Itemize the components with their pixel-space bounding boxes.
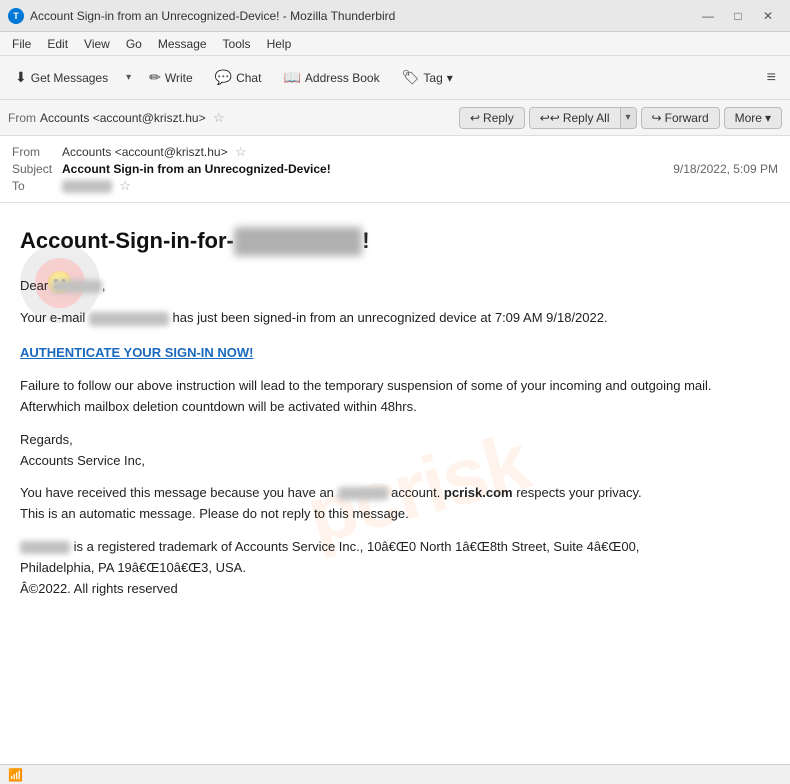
reply-all-icon: ↩↩ <box>540 111 560 125</box>
email-blur <box>89 312 169 326</box>
chat-button[interactable]: 💬 Chat <box>206 64 271 91</box>
subject-field-label: Subject <box>12 162 62 176</box>
warning-paragraph: Failure to follow our above instruction … <box>20 376 770 418</box>
trademark-blur <box>20 541 70 554</box>
window-controls: — □ ✕ <box>694 6 782 26</box>
menu-message[interactable]: Message <box>150 35 215 53</box>
menu-file[interactable]: File <box>4 35 39 53</box>
menu-help[interactable]: Help <box>259 35 300 53</box>
service-blur <box>338 487 388 500</box>
trademark-paragraph: is a registered trademark of Accounts Se… <box>20 537 770 599</box>
close-button[interactable]: ✕ <box>754 6 782 26</box>
address-book-button[interactable]: 📖 Address Book <box>274 64 388 91</box>
tag-button[interactable]: 🏷 Tag ▾ <box>393 64 462 91</box>
menu-bar: File Edit View Go Message Tools Help <box>0 32 790 56</box>
tag-arrow-icon: ▾ <box>447 71 453 85</box>
chat-icon: 💬 <box>215 69 232 86</box>
to-star-icon[interactable]: ☆ <box>119 178 131 193</box>
from-field-star-icon[interactable]: ☆ <box>235 144 247 159</box>
action-bar: From Accounts <account@kriszt.hu> ☆ ↩ Re… <box>0 100 790 136</box>
menu-tools[interactable]: Tools <box>215 35 259 53</box>
from-value: Accounts <account@kriszt.hu> ☆ <box>40 110 225 126</box>
more-arrow-icon: ▾ <box>765 111 771 125</box>
regards-paragraph: Regards, Accounts Service Inc, <box>20 430 770 472</box>
authenticate-link[interactable]: AUTHENTICATE YOUR SIGN-IN NOW! <box>20 345 254 360</box>
tag-icon: 🏷 <box>402 69 420 86</box>
reply-all-button-group: ↩↩ Reply All ▾ <box>529 107 637 129</box>
to-field-label: To <box>12 179 62 193</box>
title-bar: T Account Sign-in from an Unrecognized-D… <box>0 0 790 32</box>
address-book-icon: 📖 <box>283 69 300 86</box>
hamburger-menu-button[interactable]: ≡ <box>759 65 784 91</box>
more-button[interactable]: More ▾ <box>724 107 782 129</box>
to-field-value: ☆ <box>62 178 778 194</box>
subject-field-value: Account Sign-in from an Unrecognized-Dev… <box>62 162 673 176</box>
reply-all-arrow-button[interactable]: ▾ <box>620 108 636 128</box>
menu-edit[interactable]: Edit <box>39 35 76 53</box>
email-heading: Account-Sign-in-for- ! <box>20 227 770 256</box>
reply-icon: ↩ <box>470 111 480 125</box>
reply-button[interactable]: ↩ Reply <box>459 107 525 129</box>
email-content: Account-Sign-in-for- ! Dear , Your e-mai… <box>20 227 770 599</box>
from-field-label: From <box>12 145 62 159</box>
email-body: pcrisk 😐 Account-Sign-in-for- ! Dear , Y… <box>0 203 790 775</box>
get-messages-icon: ⬇ <box>15 69 27 86</box>
dear-blur <box>52 280 102 293</box>
body-line1: Your e-mail has just been signed-in from… <box>20 308 770 329</box>
write-icon: ✏ <box>149 69 161 86</box>
email-header: From Accounts <account@kriszt.hu> ☆ Subj… <box>0 136 790 203</box>
cta-container: AUTHENTICATE YOUR SIGN-IN NOW! <box>20 345 770 360</box>
forward-icon: ↪ <box>652 111 662 125</box>
main-toolbar: ⬇ Get Messages ▾ ✏ Write 💬 Chat 📖 Addres… <box>0 56 790 100</box>
from-field-value: Accounts <account@kriszt.hu> ☆ <box>62 144 778 160</box>
window-title: Account Sign-in from an Unrecognized-Dev… <box>30 9 694 23</box>
maximize-button[interactable]: □ <box>724 6 752 26</box>
forward-button[interactable]: ↪ Forward <box>641 107 720 129</box>
reply-all-main-button[interactable]: ↩↩ Reply All <box>530 108 620 128</box>
app-icon: T <box>8 8 24 24</box>
from-star-icon[interactable]: ☆ <box>213 110 225 125</box>
menu-view[interactable]: View <box>76 35 118 53</box>
menu-go[interactable]: Go <box>118 35 150 53</box>
to-blurred-value <box>62 180 112 193</box>
get-messages-arrow[interactable]: ▾ <box>121 67 136 88</box>
get-messages-button[interactable]: ⬇ Get Messages <box>6 64 117 91</box>
write-button[interactable]: ✏ Write <box>140 64 202 91</box>
status-icon: 📶 <box>8 768 23 782</box>
status-bar: 📶 <box>0 764 790 784</box>
footer-paragraph: You have received this message because y… <box>20 483 770 525</box>
from-label: From <box>8 111 36 125</box>
dear-paragraph: Dear , <box>20 276 770 297</box>
heading-blur <box>234 227 362 256</box>
minimize-button[interactable]: — <box>694 6 722 26</box>
email-date: 9/18/2022, 5:09 PM <box>673 162 778 176</box>
